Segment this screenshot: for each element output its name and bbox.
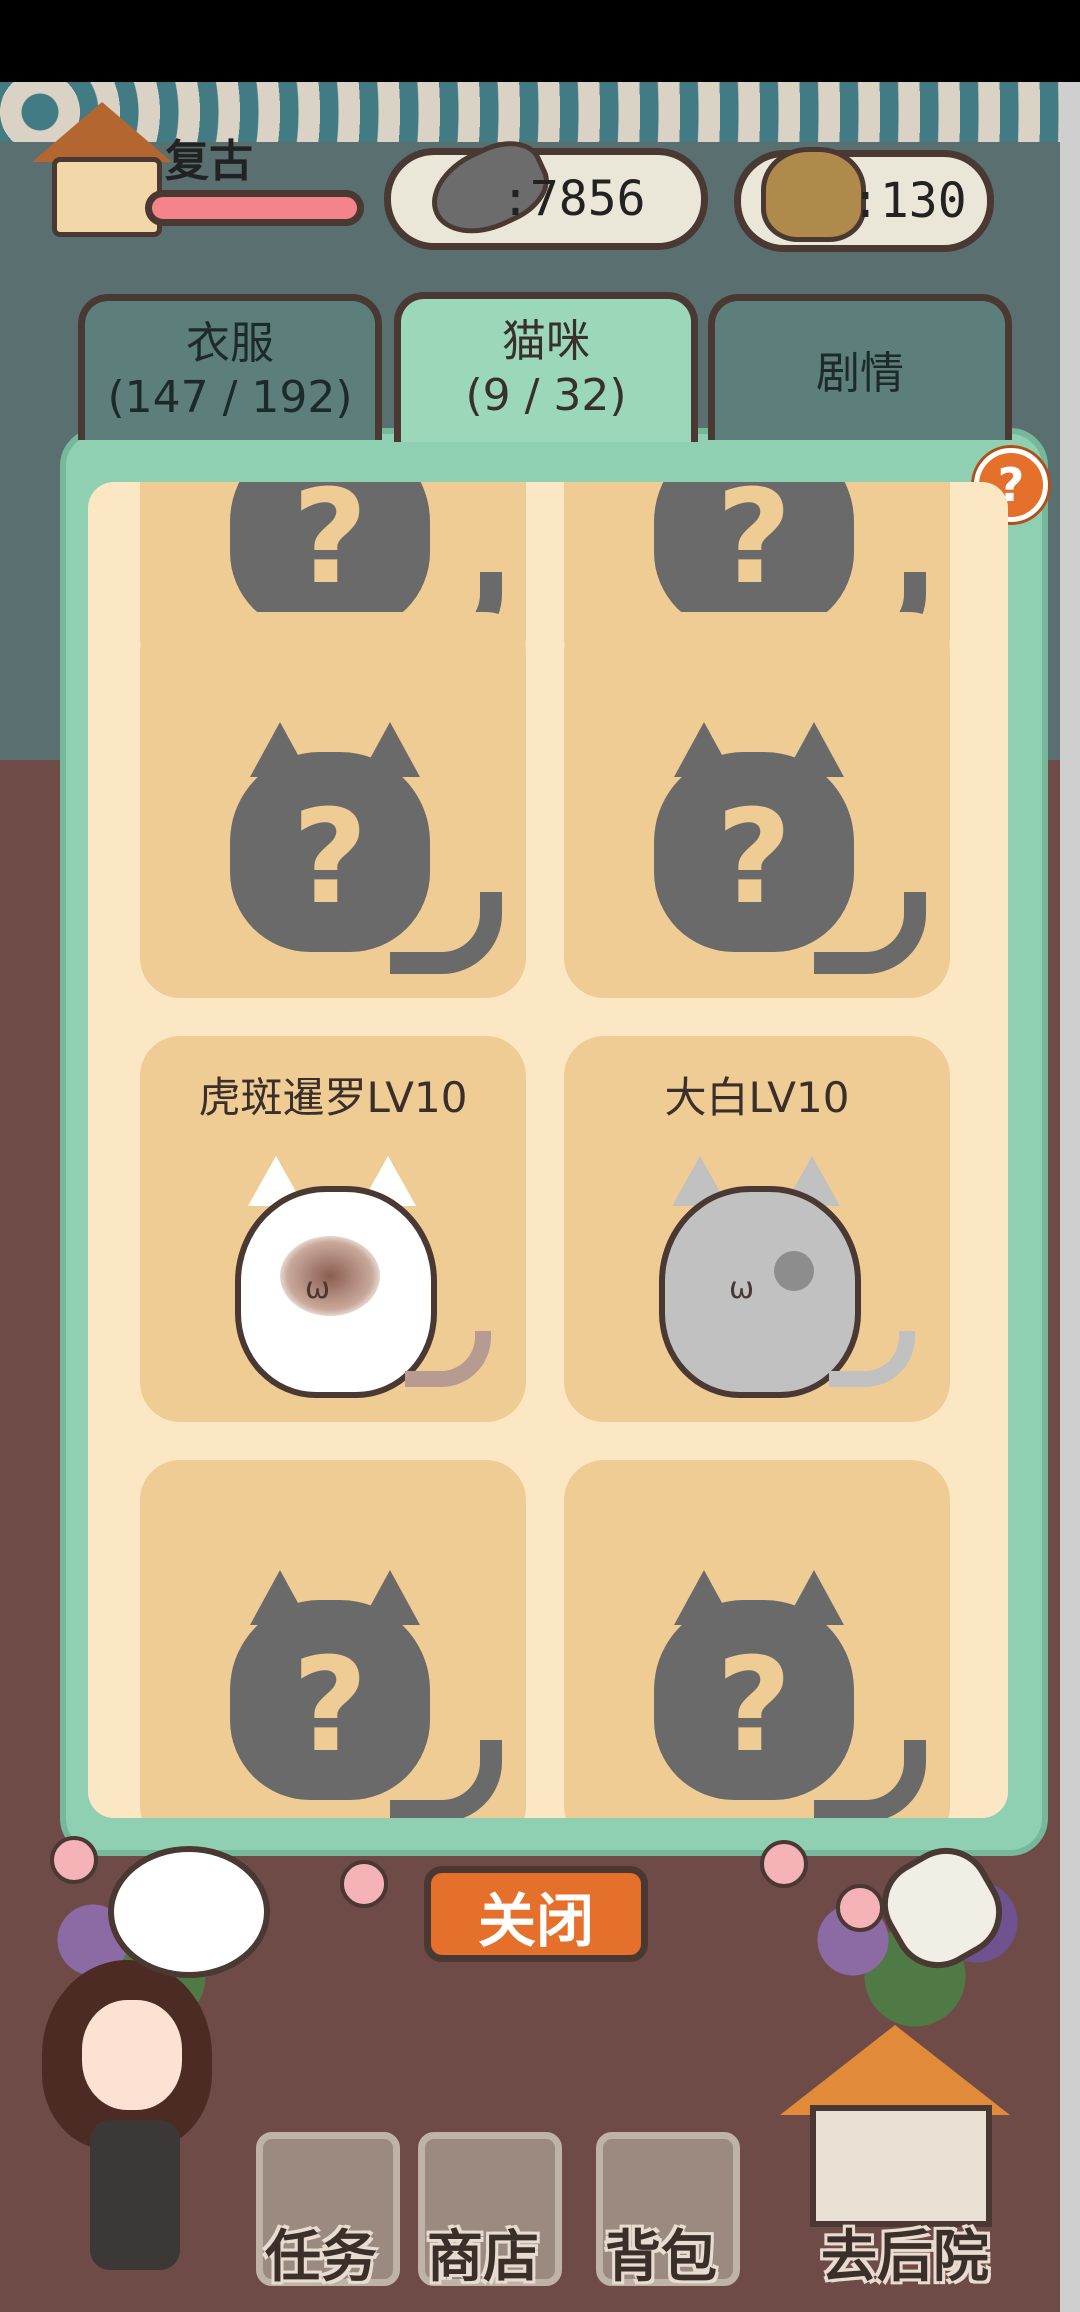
- question-mark: ?: [716, 482, 792, 613]
- close-button[interactable]: 关闭: [424, 1866, 648, 1962]
- tab-cats[interactable]: 猫咪 (9 / 32): [394, 292, 698, 442]
- siamese-cat-icon: ω: [210, 1116, 491, 1398]
- tab-story[interactable]: 剧情: [708, 294, 1012, 440]
- fish-count: :7856: [501, 171, 646, 227]
- tabby-cat-icon: [108, 1846, 270, 1978]
- question-mark: ?: [292, 482, 368, 613]
- home-wall: [52, 157, 162, 237]
- home-roof: [32, 102, 172, 162]
- girl-character-apron: [90, 2120, 180, 2270]
- cat-card-unknown[interactable]: ?: [140, 1460, 526, 1818]
- paw-icon: [760, 1840, 808, 1888]
- player-progress-bar: [145, 190, 364, 226]
- cat-card-siamese[interactable]: 虎斑暹罗LV10 ω: [140, 1036, 526, 1422]
- cat-card-white[interactable]: 大白LV10 ω: [564, 1036, 950, 1422]
- tab-cats-count: (9 / 32): [465, 370, 627, 421]
- bag-label[interactable]: 背包: [586, 2212, 736, 2293]
- tab-clothes-count: (147 / 192): [107, 372, 353, 423]
- shop-label[interactable]: 商店: [408, 2212, 558, 2293]
- fish-currency[interactable]: :7856: [384, 127, 708, 251]
- tab-cats-title: 猫咪: [502, 316, 590, 367]
- paw-icon: [340, 1860, 388, 1908]
- unknown-cat-silhouette: ?: [210, 692, 502, 974]
- poop-count: :130: [851, 173, 967, 229]
- backyard-house-icon[interactable]: [780, 2025, 1010, 2227]
- girl-character-face: [82, 2000, 182, 2110]
- unknown-cat-silhouette: ?: [210, 1540, 502, 1818]
- status-bar: [0, 0, 1080, 82]
- question-mark: ?: [716, 1629, 792, 1781]
- poop-currency[interactable]: :130: [734, 147, 994, 252]
- backyard-label[interactable]: 去后院: [770, 2212, 1040, 2293]
- cat-card-unknown[interactable]: ?: [140, 612, 526, 998]
- cat-grid[interactable]: ? ? ? ? 虎斑暹罗LV10 ω 大白LV10 ω ? ?: [88, 482, 1008, 1818]
- cat-card-unknown[interactable]: ?: [564, 612, 950, 998]
- question-mark: ?: [292, 781, 368, 933]
- unknown-cat-silhouette: ?: [634, 692, 926, 974]
- paw-icon: [50, 1836, 98, 1884]
- tasks-label[interactable]: 任务: [246, 2212, 396, 2293]
- question-mark: ?: [716, 781, 792, 933]
- grey-cat-icon: ω: [634, 1116, 915, 1398]
- tab-clothes[interactable]: 衣服 (147 / 192): [78, 294, 382, 440]
- player-name: 复古: [165, 136, 253, 187]
- question-mark: ?: [292, 1629, 368, 1781]
- tab-story-title: 剧情: [816, 348, 904, 399]
- paw-icon: [836, 1884, 884, 1932]
- tab-clothes-title: 衣服: [186, 318, 274, 369]
- cat-card-unknown[interactable]: ?: [564, 1460, 950, 1818]
- unknown-cat-silhouette: ?: [634, 1540, 926, 1818]
